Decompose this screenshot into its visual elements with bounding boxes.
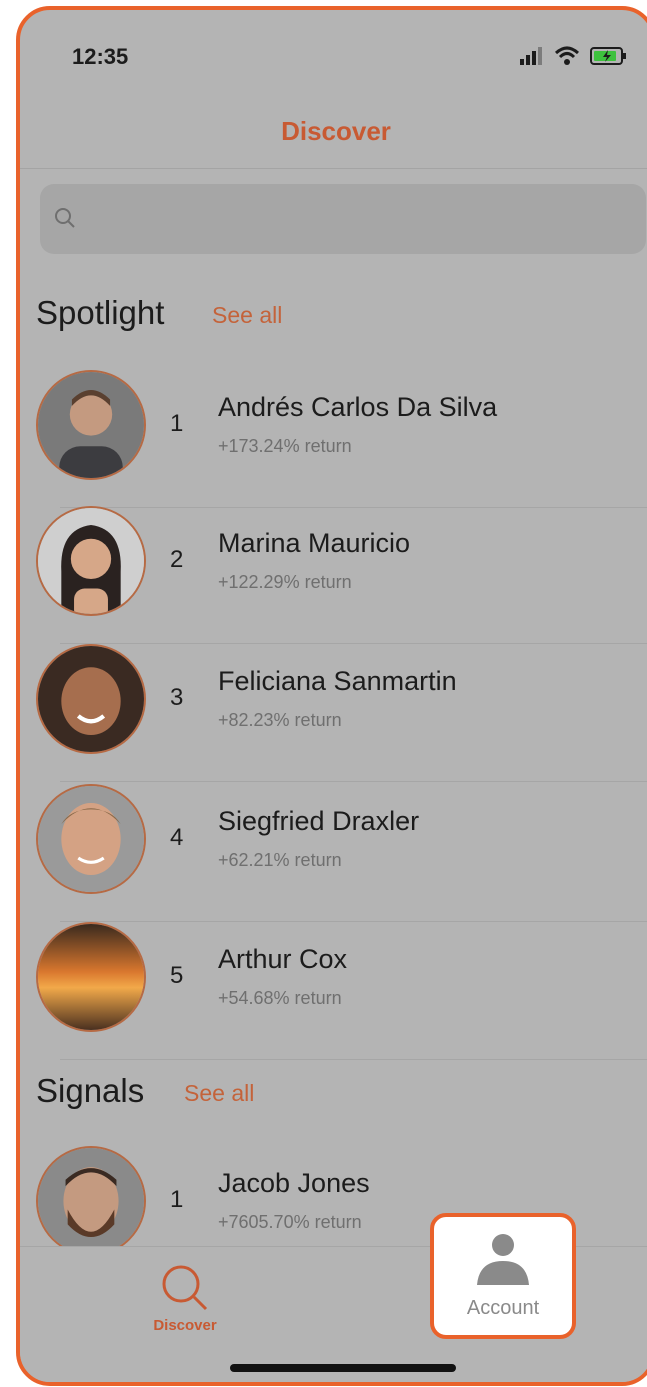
nav-divider xyxy=(20,168,647,169)
trader-name: Marina Mauricio xyxy=(218,528,411,558)
rank-number: 1 xyxy=(170,1186,184,1213)
search-icon xyxy=(55,208,75,228)
tab-discover[interactable]: Discover xyxy=(140,1255,230,1335)
rank-number: 1 xyxy=(170,410,184,437)
spotlight-row-5[interactable]: 5 Arthur Cox +54.68% return xyxy=(20,922,647,1060)
trader-name: Feliciana Sanmartin xyxy=(218,666,457,696)
trader-name: Siegfried Draxler xyxy=(218,806,420,836)
signals-see-all-link[interactable]: See all xyxy=(184,1080,254,1107)
row-divider xyxy=(60,1059,647,1060)
row-divider xyxy=(60,781,647,782)
trader-return: +82.23% return xyxy=(218,710,342,730)
avatar xyxy=(36,784,146,894)
avatar xyxy=(36,370,146,480)
rank-number: 4 xyxy=(170,824,184,851)
trader-name: Arthur Cox xyxy=(218,944,348,974)
page-title: Discover xyxy=(281,116,391,146)
rank-number: 5 xyxy=(170,962,184,989)
battery-icon xyxy=(590,47,626,65)
trader-name: Andrés Carlos Da Silva xyxy=(218,392,498,422)
avatar xyxy=(36,506,146,616)
search-icon xyxy=(162,1265,208,1311)
trader-return: +122.29% return xyxy=(218,572,352,592)
spotlight-see-all-link[interactable]: See all xyxy=(212,302,282,329)
avatar xyxy=(36,1146,146,1256)
avatar xyxy=(36,644,146,754)
tab-account[interactable]: Account xyxy=(430,1213,576,1339)
tab-discover-label: Discover xyxy=(153,1317,217,1334)
trader-return: +54.68% return xyxy=(218,988,342,1008)
status-time: 12:35 xyxy=(72,44,129,69)
home-indicator[interactable] xyxy=(230,1364,456,1372)
trader-return: +7605.70% return xyxy=(218,1212,362,1232)
trader-return: +173.24% return xyxy=(218,436,352,456)
wifi-icon xyxy=(554,46,580,65)
trader-return: +62.21% return xyxy=(218,850,342,870)
user-icon xyxy=(477,1234,529,1285)
spotlight-row-3[interactable]: 3 Feliciana Sanmartin +82.23% return xyxy=(20,644,647,782)
search-bar[interactable] xyxy=(40,184,646,254)
avatar xyxy=(36,922,146,1032)
trader-name: Jacob Jones xyxy=(218,1168,370,1198)
rank-number: 3 xyxy=(170,684,184,711)
spotlight-row-4[interactable]: 4 Siegfried Draxler +62.21% return xyxy=(20,784,647,922)
status-bar: 12:35 xyxy=(20,10,647,100)
signal-icon xyxy=(520,47,542,65)
spotlight-row-2[interactable]: 2 Marina Mauricio +122.29% return xyxy=(20,506,647,644)
rank-number: 2 xyxy=(170,546,184,573)
spotlight-title: Spotlight xyxy=(36,294,165,331)
phone-frame: 12:35 Discover Spotlight See all 1 André… xyxy=(16,6,647,1386)
tab-account-label: Account xyxy=(466,1297,540,1319)
signals-title: Signals xyxy=(36,1072,145,1109)
spotlight-row-1[interactable]: 1 Andrés Carlos Da Silva +173.24% return xyxy=(20,370,647,508)
search-input[interactable] xyxy=(90,184,630,254)
